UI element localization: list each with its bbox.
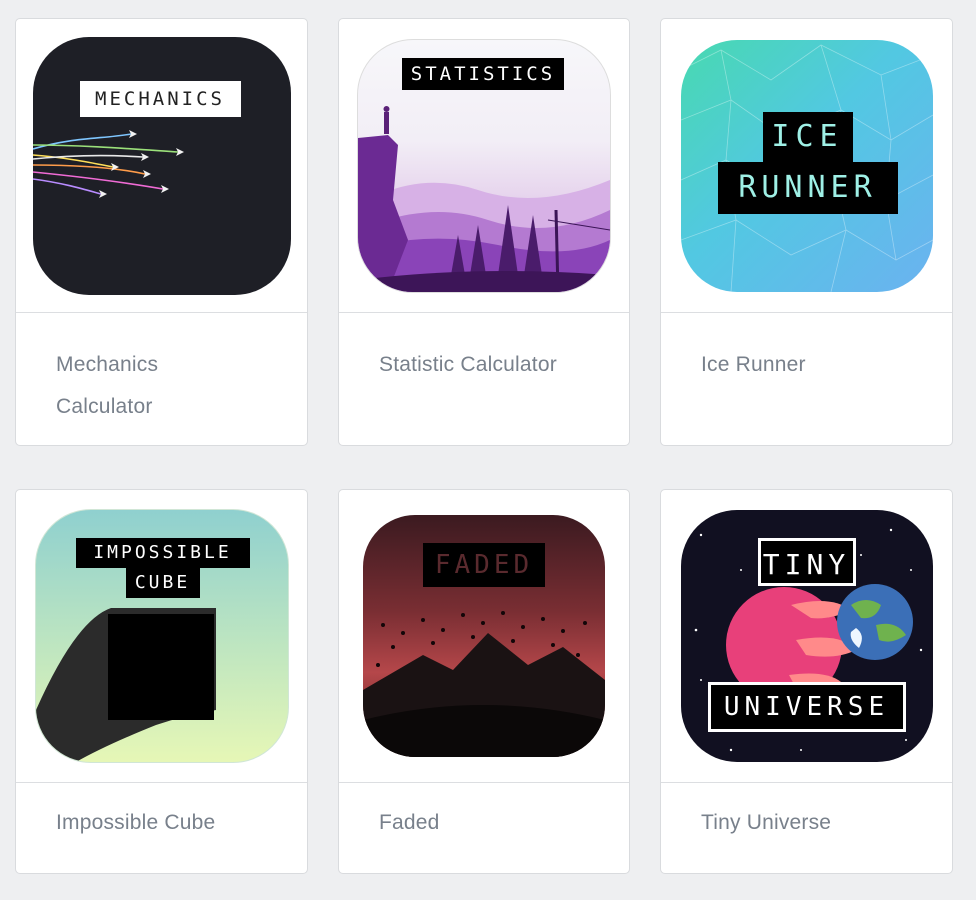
icon-label-line: RUNNER	[717, 161, 898, 214]
icon-label-line: IMPOSSIBLE	[75, 538, 250, 568]
app-title: Impossible Cube	[56, 811, 216, 834]
icon-label: STATISTICS	[402, 57, 564, 90]
app-card-thumbnail: TINY UNIVERSE	[661, 490, 952, 783]
cube-block	[107, 614, 214, 720]
icon-label-line: TINY	[757, 538, 856, 586]
app-title: Mechanics Calculator	[56, 353, 159, 418]
trajectory-lines-graphic	[32, 129, 184, 198]
app-card-thumbnail: IMPOSSIBLE CUBE	[16, 490, 307, 783]
tiny-universe-app-icon[interactable]: TINY UNIVERSE	[680, 510, 933, 762]
ice-runner-app-icon[interactable]: ICE RUNNER	[680, 39, 933, 292]
icon-label-line: UNIVERSE	[707, 682, 906, 732]
app-card-tiny-universe[interactable]: TINY UNIVERSE Tiny Universe	[660, 489, 953, 874]
app-card-ice-runner[interactable]: ICE RUNNER Ice Runner	[660, 18, 953, 446]
app-title: Faded	[379, 811, 440, 834]
app-title: Tiny Universe	[701, 811, 832, 834]
app-title: Statistic Calculator	[379, 353, 557, 376]
app-card-impossible-cube[interactable]: IMPOSSIBLE CUBE Impossible Cube	[15, 489, 308, 874]
statistics-app-icon[interactable]: STATISTICS	[357, 38, 611, 293]
app-card-thumbnail: MECHANICS	[16, 19, 307, 313]
impossible-cube-app-icon[interactable]: IMPOSSIBLE CUBE	[34, 509, 289, 763]
icon-label: FADED	[423, 543, 545, 587]
mechanics-app-icon[interactable]: MECHANICS	[32, 36, 291, 295]
icon-label-line: ICE	[762, 111, 853, 162]
icon-label-line: CUBE	[125, 568, 200, 598]
app-card-thumbnail: ICE RUNNER	[661, 19, 952, 313]
app-card-faded[interactable]: FADED Faded	[338, 489, 630, 874]
app-card-mechanics-calculator[interactable]: MECHANICS Mechanics Calculator	[15, 18, 308, 446]
faded-app-icon[interactable]: FADED	[363, 515, 605, 757]
app-card-thumbnail: STATISTICS	[339, 19, 629, 313]
app-card-statistic-calculator[interactable]: STATISTICS Statistic Calculator	[338, 18, 630, 446]
app-title: Ice Runner	[701, 353, 806, 376]
app-card-thumbnail: FADED	[339, 490, 629, 783]
